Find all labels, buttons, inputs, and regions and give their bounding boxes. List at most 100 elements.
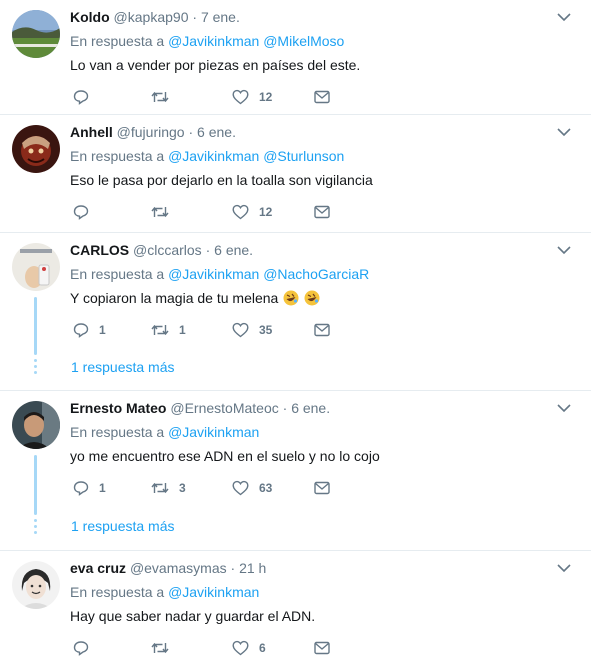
retweet-count: 3 <box>179 481 186 495</box>
direct-message-icon <box>314 90 330 104</box>
retweet-button[interactable] <box>151 203 179 221</box>
user-name[interactable]: Anhell <box>70 124 113 140</box>
thread-connector <box>34 455 37 515</box>
retweet-button[interactable]: 1 <box>151 321 186 339</box>
reply-button[interactable]: 1 <box>73 479 106 497</box>
tweet[interactable]: Anhell @fujuringo · 6 ene. En respuesta … <box>0 115 591 233</box>
reply-prefix: En respuesta a <box>70 266 165 282</box>
like-icon <box>232 640 249 656</box>
like-button[interactable]: 12 <box>232 88 272 106</box>
more-replies-link[interactable]: 1 respuesta más <box>71 516 175 536</box>
like-count: 6 <box>259 641 266 655</box>
tweet[interactable]: Ernesto Mateo @ErnestoMateoc · 6 ene. En… <box>0 391 591 551</box>
direct-message-button[interactable] <box>314 321 330 339</box>
user-handle[interactable]: @ErnestoMateoc <box>170 400 278 416</box>
reply-button[interactable] <box>73 203 99 221</box>
timestamp[interactable]: 21 h <box>239 560 266 576</box>
tweet[interactable]: Koldo @kapkap90 · 7 ene. En respuesta a … <box>0 0 591 115</box>
reply-context: En respuesta a @Javikinkman @NachoGarcia… <box>70 264 369 284</box>
reply-count: 1 <box>99 481 106 495</box>
rofl-emoji <box>283 290 299 306</box>
thread-dots <box>34 359 37 377</box>
reply-context: En respuesta a @Javikinkman @MikelMoso <box>70 31 344 51</box>
user-handle[interactable]: @kapkap90 <box>114 9 189 25</box>
direct-message-button[interactable] <box>314 203 330 221</box>
retweet-button[interactable] <box>151 639 179 657</box>
retweet-button[interactable]: 3 <box>151 479 186 497</box>
like-icon <box>232 89 249 105</box>
retweet-icon <box>151 91 169 103</box>
tweet-text: yo me encuentro ese ADN en el suelo y no… <box>70 448 380 464</box>
mention-link[interactable]: @Javikinkman <box>168 584 259 600</box>
separator: · <box>205 242 211 258</box>
timestamp[interactable]: 7 ene. <box>201 9 240 25</box>
direct-message-button[interactable] <box>314 639 330 657</box>
tweet-actions: 12 <box>70 88 350 106</box>
mention-link[interactable]: @Sturlunson <box>263 148 344 164</box>
more-replies-link[interactable]: 1 respuesta más <box>71 357 175 377</box>
user-name[interactable]: CARLOS <box>70 242 129 258</box>
chevron-down-icon[interactable] <box>557 245 571 255</box>
user-name[interactable]: Koldo <box>70 9 110 25</box>
tweet-actions: 12 <box>70 203 350 221</box>
reply-button[interactable] <box>73 88 99 106</box>
avatar[interactable] <box>12 10 60 58</box>
reply-button[interactable]: 1 <box>73 321 106 339</box>
avatar[interactable] <box>12 243 60 291</box>
avatar[interactable] <box>12 125 60 173</box>
tweet[interactable]: eva cruz @evamasymas · 21 h En respuesta… <box>0 551 591 665</box>
like-button[interactable]: 35 <box>232 321 272 339</box>
reply-icon <box>73 481 89 496</box>
timestamp[interactable]: 6 ene. <box>197 124 236 140</box>
mention-link[interactable]: @MikelMoso <box>263 33 344 49</box>
tweet-header: Koldo @kapkap90 · 7 ene. <box>70 7 240 27</box>
mention-link[interactable]: @Javikinkman <box>168 424 259 440</box>
like-button[interactable]: 6 <box>232 639 266 657</box>
chevron-down-icon[interactable] <box>557 12 571 22</box>
tweet-text: Hay que saber nadar y guardar el ADN. <box>70 608 316 624</box>
reply-prefix: En respuesta a <box>70 148 165 164</box>
tweet-header: eva cruz @evamasymas · 21 h <box>70 558 266 578</box>
user-handle[interactable]: @evamasymas <box>130 560 227 576</box>
user-name[interactable]: eva cruz <box>70 560 126 576</box>
mention-link[interactable]: @Javikinkman <box>168 33 259 49</box>
reply-button[interactable] <box>73 639 99 657</box>
like-button[interactable]: 63 <box>232 479 272 497</box>
separator: · <box>230 560 236 576</box>
direct-message-button[interactable] <box>314 88 330 106</box>
direct-message-button[interactable] <box>314 479 330 497</box>
like-button[interactable]: 12 <box>232 203 272 221</box>
retweet-button[interactable] <box>151 88 179 106</box>
chevron-down-icon[interactable] <box>557 127 571 137</box>
tweet-text: Y copiaron la magia de tu melena <box>70 288 320 308</box>
rofl-emoji <box>304 290 320 306</box>
separator: · <box>192 9 198 25</box>
tweet-header: CARLOS @clccarlos · 6 ene. <box>70 240 253 260</box>
tweet-header: Anhell @fujuringo · 6 ene. <box>70 122 236 142</box>
direct-message-icon <box>314 205 330 219</box>
tweet-actions: 6 <box>70 639 350 657</box>
direct-message-icon <box>314 481 330 495</box>
mention-link[interactable]: @Javikinkman <box>168 148 259 164</box>
like-count: 12 <box>259 205 273 219</box>
chevron-down-icon[interactable] <box>557 563 571 573</box>
reply-context: En respuesta a @Javikinkman <box>70 582 259 602</box>
avatar[interactable] <box>12 561 60 609</box>
user-name[interactable]: Ernesto Mateo <box>70 400 166 416</box>
retweet-icon <box>151 206 169 218</box>
timestamp[interactable]: 6 ene. <box>291 400 330 416</box>
mention-link[interactable]: @Javikinkman <box>168 266 259 282</box>
separator: · <box>188 124 194 140</box>
mention-link[interactable]: @NachoGarciaR <box>263 266 369 282</box>
tweet-text: Lo van a vender por piezas en países del… <box>70 57 361 73</box>
user-handle[interactable]: @fujuringo <box>117 124 185 140</box>
timestamp[interactable]: 6 ene. <box>214 242 253 258</box>
tweet[interactable]: CARLOS @clccarlos · 6 ene. En respuesta … <box>0 233 591 391</box>
like-count: 35 <box>259 323 273 337</box>
chevron-down-icon[interactable] <box>557 403 571 413</box>
avatar[interactable] <box>12 401 60 449</box>
reply-icon <box>73 641 89 656</box>
user-handle[interactable]: @clccarlos <box>133 242 202 258</box>
thread-connector <box>34 297 37 355</box>
reply-prefix: En respuesta a <box>70 424 165 440</box>
